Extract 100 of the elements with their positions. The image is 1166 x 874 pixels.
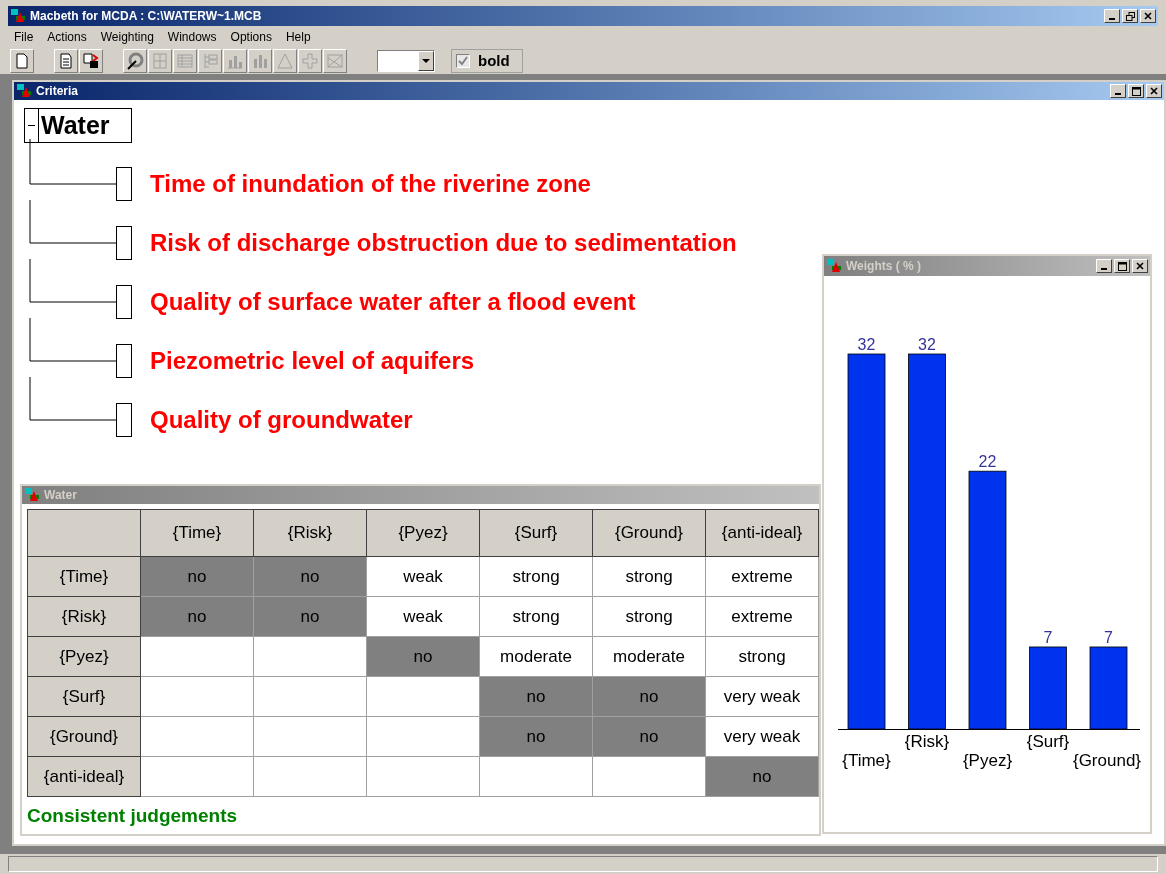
table-cell[interactable] bbox=[141, 757, 254, 797]
table-cell[interactable]: strong bbox=[593, 557, 706, 597]
column-header: {Surf} bbox=[480, 510, 593, 557]
data-label: 7 bbox=[1104, 628, 1113, 646]
minimize-button[interactable] bbox=[1110, 84, 1126, 98]
app-icon bbox=[826, 258, 842, 274]
close-icon bbox=[1144, 12, 1152, 20]
toolbar-button[interactable] bbox=[79, 49, 103, 73]
data-label: 32 bbox=[857, 336, 876, 353]
close-button[interactable] bbox=[1132, 259, 1148, 273]
minimize-button[interactable] bbox=[1104, 9, 1120, 23]
table-cell[interactable]: no bbox=[367, 637, 480, 677]
toolbar-button[interactable] bbox=[123, 49, 147, 73]
bold-checkbox[interactable]: bold bbox=[451, 49, 523, 73]
table-cell[interactable]: strong bbox=[706, 637, 819, 677]
maximize-button[interactable] bbox=[1114, 259, 1130, 273]
window-title: Macbeth for MCDA : C:\WATERW~1.MCB bbox=[30, 8, 262, 25]
table-cell[interactable]: no bbox=[254, 557, 367, 597]
column-header: {Ground} bbox=[593, 510, 706, 557]
check-icon bbox=[458, 56, 468, 66]
tree-node-box[interactable] bbox=[116, 226, 132, 260]
table-cell[interactable] bbox=[141, 637, 254, 677]
tree-node[interactable]: Water bbox=[24, 108, 132, 143]
table-cell[interactable]: strong bbox=[480, 557, 593, 597]
table-icon bbox=[176, 52, 194, 70]
minimize-button[interactable] bbox=[1096, 259, 1112, 273]
table-cell[interactable] bbox=[254, 637, 367, 677]
table-cell[interactable]: very weak bbox=[706, 717, 819, 757]
table-cell[interactable]: weak bbox=[367, 597, 480, 637]
column-header: {anti-ideal} bbox=[706, 510, 819, 557]
column-header: {Time} bbox=[141, 510, 254, 557]
table-cell[interactable] bbox=[480, 757, 593, 797]
data-label: 22 bbox=[978, 453, 997, 471]
criterion-label[interactable]: Quality of surface water after a flood event bbox=[150, 284, 636, 320]
menu-item[interactable]: Weighting bbox=[100, 28, 154, 46]
axis-label: {Risk} bbox=[904, 732, 950, 751]
axis-label: {Pyez} bbox=[962, 751, 1013, 770]
menu-item[interactable]: File bbox=[14, 28, 34, 46]
table-cell[interactable]: strong bbox=[593, 597, 706, 637]
restore-icon bbox=[1125, 11, 1135, 21]
app-icon bbox=[24, 487, 40, 503]
row-header: {Ground} bbox=[28, 717, 141, 757]
window-title: Weights ( % ) bbox=[846, 258, 922, 275]
table-cell[interactable] bbox=[254, 717, 367, 757]
table-cell[interactable] bbox=[254, 757, 367, 797]
criterion-label[interactable]: Piezometric level of aquifers bbox=[150, 343, 475, 379]
close-button[interactable] bbox=[1146, 84, 1162, 98]
axis-label: {Ground} bbox=[1072, 751, 1142, 770]
table-cell[interactable]: no bbox=[254, 597, 367, 637]
criterion-label[interactable]: Quality of groundwater bbox=[150, 402, 413, 438]
row-header: {Pyez} bbox=[28, 637, 141, 677]
row-header: {Surf} bbox=[28, 677, 141, 717]
menu-item[interactable]: Actions bbox=[47, 28, 87, 46]
menu-item[interactable]: Help bbox=[285, 28, 311, 46]
menu-item[interactable]: Windows bbox=[167, 28, 217, 46]
table-cell[interactable]: weak bbox=[367, 557, 480, 597]
tree-node-box[interactable] bbox=[116, 344, 132, 378]
table-cell[interactable]: extreme bbox=[706, 557, 819, 597]
table-cell[interactable]: moderate bbox=[593, 637, 706, 677]
table-cell[interactable]: strong bbox=[480, 597, 593, 637]
table-cell[interactable] bbox=[141, 677, 254, 717]
grid-icon bbox=[151, 52, 169, 70]
data-label: 32 bbox=[918, 336, 936, 353]
table-cell[interactable]: moderate bbox=[480, 637, 593, 677]
table-cell[interactable] bbox=[593, 757, 706, 797]
document-list-icon bbox=[57, 52, 75, 70]
close-button[interactable] bbox=[1140, 9, 1156, 23]
tree-node-box[interactable] bbox=[116, 403, 132, 437]
table-cell[interactable]: no bbox=[593, 677, 706, 717]
document-icon bbox=[13, 52, 31, 70]
triangle-icon bbox=[276, 52, 294, 70]
column-header: {Pyez} bbox=[367, 510, 480, 557]
collapse-icon[interactable] bbox=[25, 109, 39, 142]
tree-node-box[interactable] bbox=[116, 167, 132, 201]
row-header: {Risk} bbox=[28, 597, 141, 637]
restore-button[interactable] bbox=[1122, 9, 1138, 23]
table-cell[interactable]: no bbox=[593, 717, 706, 757]
criterion-label[interactable]: Risk of discharge obstruction due to sedimentation bbox=[150, 225, 737, 261]
table-cell[interactable] bbox=[367, 677, 480, 717]
table-cell[interactable]: no bbox=[480, 717, 593, 757]
table-cell[interactable]: no bbox=[480, 677, 593, 717]
table-cell[interactable]: no bbox=[141, 557, 254, 597]
table-cell[interactable] bbox=[254, 677, 367, 717]
criterion-label[interactable]: Time of inundation of the riverine zone bbox=[150, 166, 591, 202]
table-cell[interactable]: very weak bbox=[706, 677, 819, 717]
maximize-icon bbox=[1117, 261, 1127, 271]
table-cell[interactable] bbox=[367, 757, 480, 797]
table-cell[interactable]: extreme bbox=[706, 597, 819, 637]
table-cell[interactable] bbox=[141, 717, 254, 757]
tree-node-box[interactable] bbox=[116, 285, 132, 319]
maximize-button[interactable] bbox=[1128, 84, 1144, 98]
table-cell[interactable]: no bbox=[141, 597, 254, 637]
maximize-icon bbox=[1131, 86, 1141, 96]
table-cell[interactable]: no bbox=[706, 757, 819, 797]
close-icon bbox=[1136, 262, 1144, 270]
checkbox[interactable] bbox=[456, 54, 470, 68]
tree-node-label: Water bbox=[40, 109, 110, 141]
menu-item[interactable]: Options bbox=[230, 28, 272, 46]
table-cell[interactable] bbox=[367, 717, 480, 757]
dropdown-field[interactable] bbox=[377, 50, 435, 72]
